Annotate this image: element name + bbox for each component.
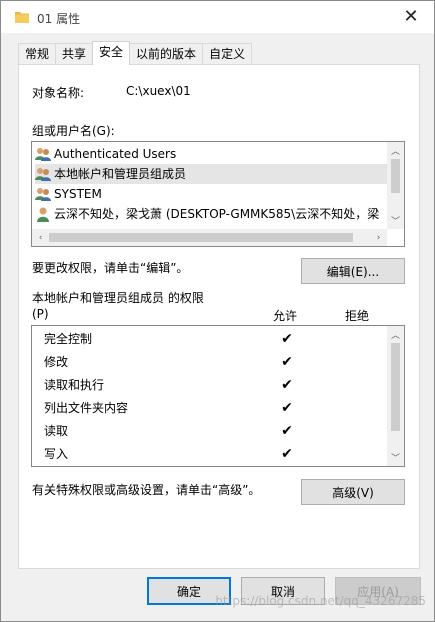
allow-check-icon: ✔ [281, 400, 293, 416]
permission-write: 写入 [44, 447, 69, 461]
user-icon [37, 207, 49, 222]
tab-bar: 常规 共享 安全 以前的版本 自定义 [18, 41, 253, 65]
window-title: 01 属性 [37, 12, 81, 26]
title-bar: 01 属性 ✕ [1, 1, 434, 33]
advanced-hint: 有关特殊权限或高级设置，请单击“高级”。 [32, 483, 261, 497]
user-item-system[interactable]: SYSTEM [35, 184, 102, 204]
group-icon [35, 148, 51, 161]
group-user-label: 组或用户名(G): [32, 124, 115, 138]
tab-customize[interactable]: 自定义 [202, 43, 253, 65]
scroll-down-icon[interactable]: ﹀ [387, 449, 404, 466]
group-icon [35, 168, 51, 181]
allow-check-icon: ✔ [281, 331, 293, 347]
watermark: https://blog.csdn.net/qq_43267285 [215, 594, 426, 608]
scroll-thumb[interactable] [49, 233, 353, 242]
scroll-up-icon[interactable]: ︿ [387, 142, 404, 159]
edit-button[interactable]: 编辑(E)... [301, 258, 405, 284]
permission-list-scrollbar[interactable]: ︿ ﹀ [387, 326, 404, 466]
permission-title: 本地帐户和管理员组成员 的权限 [32, 291, 204, 305]
user-name: 云深不知处，梁戈萧 (DESKTOP-GMMK585\云深不知处，梁 [54, 207, 380, 221]
scroll-left-icon[interactable]: ‹ [32, 229, 49, 246]
allow-check-icon: ✔ [281, 377, 293, 393]
user-name: Authenticated Users [54, 147, 177, 161]
object-name-label: 对象名称: [32, 86, 85, 100]
permission-list[interactable]: 完全控制 ✔ 修改 ✔ 读取和执行 ✔ 列出文件夹内容 ✔ 读取 ✔ 写入 ✔ … [31, 325, 405, 467]
tab-sharing[interactable]: 共享 [55, 43, 94, 65]
object-name-value: C:\xuex\01 [126, 84, 191, 98]
user-list-vertical-scrollbar[interactable]: ︿ ﹀ [387, 142, 404, 229]
folder-icon [15, 12, 29, 23]
user-item-local-admins[interactable]: 本地帐户和管理员组成员 [35, 164, 388, 184]
close-button[interactable]: ✕ [388, 1, 434, 32]
user-item-authenticated-users[interactable]: Authenticated Users [35, 144, 176, 164]
permission-read: 读取 [44, 424, 69, 438]
close-icon: ✕ [403, 6, 419, 27]
user-list[interactable]: Authenticated Users 本地帐户和管理员组成员 SYSTEM 云… [31, 141, 405, 247]
permission-full-control: 完全控制 [44, 332, 93, 346]
user-list-horizontal-scrollbar[interactable]: ‹ › [32, 229, 387, 246]
user-name: 本地帐户和管理员组成员 [54, 167, 187, 181]
deny-header: 拒绝 [345, 309, 370, 323]
edit-hint: 要更改权限，请单击“编辑”。 [32, 261, 189, 275]
allow-check-icon: ✔ [281, 354, 293, 370]
user-name: SYSTEM [54, 187, 102, 201]
tab-general[interactable]: 常规 [18, 43, 57, 65]
permission-list-folder: 列出文件夹内容 [44, 401, 129, 415]
scroll-thumb[interactable] [391, 343, 400, 431]
tab-previous-versions[interactable]: 以前的版本 [129, 43, 204, 65]
permission-shortcut: (P) [32, 307, 49, 321]
group-icon [35, 188, 51, 201]
allow-check-icon: ✔ [281, 423, 293, 439]
properties-window: 01 属性 ✕ 常规 共享 安全 以前的版本 自定义 对象名称: C:\xuex… [0, 0, 435, 622]
scroll-thumb[interactable] [391, 159, 400, 193]
allow-check-icon: ✔ [281, 446, 293, 462]
scroll-up-icon[interactable]: ︿ [387, 326, 404, 343]
permission-read-execute: 读取和执行 [44, 378, 105, 392]
user-item-current-user[interactable]: 云深不知处，梁戈萧 (DESKTOP-GMMK585\云深不知处，梁 [35, 204, 388, 224]
security-panel: 对象名称: C:\xuex\01 组或用户名(G): Authenticated… [18, 64, 420, 569]
allow-header: 允许 [273, 309, 298, 323]
scroll-down-icon[interactable]: ﹀ [387, 212, 404, 229]
permission-modify: 修改 [44, 355, 69, 369]
tab-security[interactable]: 安全 [92, 41, 131, 65]
scroll-right-icon[interactable]: › [370, 229, 387, 246]
advanced-button[interactable]: 高级(V) [301, 479, 405, 505]
